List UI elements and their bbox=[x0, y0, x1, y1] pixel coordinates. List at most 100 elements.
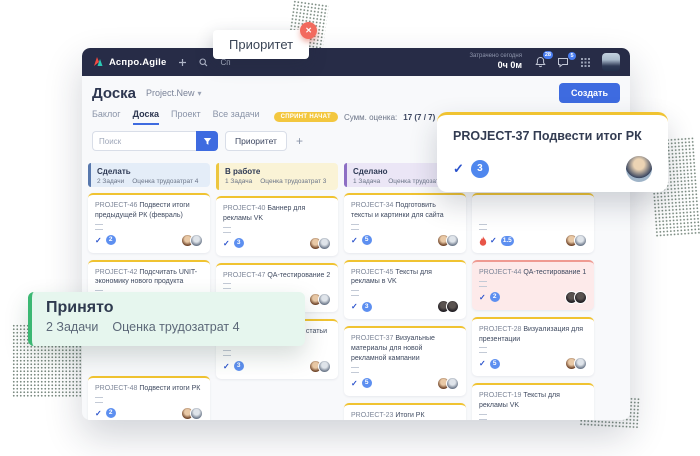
task-card-footer: ✓2 bbox=[479, 291, 587, 304]
accepted-column-count: 2 Задачи bbox=[46, 320, 98, 334]
task-card[interactable]: PROJECT-34 Подготовить тексты и картинки… bbox=[344, 193, 466, 253]
search-input[interactable] bbox=[92, 131, 196, 151]
column-header: В работе 1 Задача Оценка трудозатрат 3 bbox=[216, 163, 338, 190]
estimate-badge: 5 bbox=[362, 378, 372, 388]
column-estimate: Оценка трудозатрат 3 bbox=[260, 178, 326, 185]
task-popup[interactable]: PROJECT-37 Подвести итог РК ✓ 3 bbox=[437, 112, 668, 192]
avatar bbox=[318, 237, 331, 250]
task-card-footer: ✓5 bbox=[351, 377, 459, 390]
task-card[interactable]: PROJECT-45 Тексты для рекламы в VK✓3 bbox=[344, 260, 466, 320]
priority-tooltip: Приоритет ✕ bbox=[213, 30, 309, 59]
avatar bbox=[574, 291, 587, 304]
task-card-footer: ✓1.5 bbox=[479, 234, 587, 247]
board-toolbar: Доска Project.New ▾ Создать bbox=[82, 76, 630, 107]
task-card-title: PROJECT-45 Тексты для рекламы в VK bbox=[351, 268, 459, 288]
column-task-count: 1 Задача bbox=[225, 178, 252, 185]
description-icon bbox=[223, 227, 231, 233]
tab-Доска[interactable]: Доска bbox=[133, 109, 159, 125]
filter-button[interactable] bbox=[196, 131, 218, 151]
messages-button[interactable]: 5 bbox=[557, 57, 569, 68]
search-group bbox=[92, 131, 218, 151]
description-icon bbox=[223, 283, 231, 289]
check-icon: ✓ bbox=[453, 161, 464, 177]
project-selector[interactable]: Project.New ▾ bbox=[146, 88, 202, 98]
task-card[interactable]: ✓1.5 bbox=[472, 193, 594, 253]
assignee-avatars bbox=[437, 234, 459, 247]
add-icon[interactable] bbox=[178, 58, 187, 67]
kanban-board: Сделать2 ЗадачиОценка трудозатрат 4PROJE… bbox=[82, 155, 630, 420]
estimate-badge: 3 bbox=[471, 160, 489, 178]
task-card-title: PROJECT-48 Подвести итоги РК bbox=[95, 384, 203, 394]
column-task-count: 1 Задача bbox=[353, 178, 380, 185]
create-button[interactable]: Создать bbox=[559, 83, 620, 103]
task-card-title: PROJECT-23 Итоги РК bbox=[351, 411, 459, 420]
assignee-avatars bbox=[181, 234, 203, 247]
assignee-avatars bbox=[565, 357, 587, 370]
estimate-badge: 3 bbox=[234, 361, 244, 371]
tab-Баклог[interactable]: Баклог bbox=[92, 109, 121, 125]
app-window: Аспро.Agile Сп Затрачено сегодня 0ч 0м 2… bbox=[82, 48, 630, 420]
description-icon bbox=[479, 281, 487, 287]
user-avatar[interactable] bbox=[602, 53, 620, 71]
search-icon[interactable] bbox=[199, 58, 208, 67]
task-card[interactable]: PROJECT-46 Подвести итоги предыдущей РК … bbox=[88, 193, 210, 253]
check-icon: ✓ bbox=[351, 236, 358, 245]
task-id: PROJECT-19 bbox=[479, 392, 521, 399]
task-card-footer: ✓5 bbox=[351, 234, 459, 247]
notifications-button[interactable]: 28 bbox=[535, 56, 546, 68]
board-column: Сделано1 ЗадачаОценка трудозатратPROJECT… bbox=[344, 163, 466, 420]
description-icon bbox=[479, 347, 487, 353]
task-card[interactable]: PROJECT-19 Тексты для рекламы VK✓5 bbox=[472, 383, 594, 420]
avatar bbox=[446, 377, 459, 390]
task-card[interactable]: PROJECT-44 QA-тестирование 1✓2 bbox=[472, 260, 594, 310]
close-icon[interactable]: ✕ bbox=[300, 22, 317, 39]
description-icon bbox=[223, 350, 231, 356]
top-bar: Аспро.Agile Сп Затрачено сегодня 0ч 0м 2… bbox=[82, 48, 630, 76]
column-task-count: 2 Задачи bbox=[97, 178, 124, 185]
task-card-title: PROJECT-42 Подсчитать UNIT-экономику нов… bbox=[95, 268, 203, 288]
check-icon: ✓ bbox=[95, 236, 102, 245]
avatar bbox=[446, 234, 459, 247]
tabs: Баклог Доска Проект Все задачи bbox=[92, 109, 260, 125]
task-id: PROJECT-23 bbox=[351, 412, 393, 419]
tab-Проект[interactable]: Проект bbox=[171, 109, 201, 125]
summary-label: Сумм. оценка: bbox=[344, 113, 397, 122]
task-card[interactable]: PROJECT-48 Подвести итоги РК✓2 bbox=[88, 376, 210, 420]
estimate-badge: 3 bbox=[234, 238, 244, 248]
task-card[interactable]: PROJECT-37 Визуальные материалы для ново… bbox=[344, 326, 466, 395]
task-card-title: PROJECT-34 Подготовить тексты и картинки… bbox=[351, 201, 459, 221]
accepted-column-meta: 2 Задачи Оценка трудозатрат 4 bbox=[46, 320, 291, 334]
task-id: PROJECT-44 bbox=[479, 269, 521, 276]
app-name: Аспро.Agile bbox=[109, 57, 166, 68]
chevron-down-icon: ▾ bbox=[198, 89, 202, 98]
task-card[interactable]: PROJECT-28 Визуализация для презентации✓… bbox=[472, 317, 594, 377]
description-icon bbox=[479, 224, 487, 230]
description-icon bbox=[95, 397, 103, 403]
check-icon: ✓ bbox=[95, 409, 102, 418]
task-card-title: PROJECT-37 Визуальные материалы для ново… bbox=[351, 334, 459, 363]
task-id: PROJECT-45 bbox=[351, 269, 393, 276]
app-logo[interactable]: Аспро.Agile bbox=[92, 56, 166, 68]
task-card-footer: ✓3 bbox=[223, 237, 331, 250]
accepted-column-title: Принято bbox=[46, 299, 291, 317]
estimate-badge: 2 bbox=[490, 292, 500, 302]
sprint-status-badge: СПРИНТ НАЧАТ bbox=[274, 112, 338, 122]
chat-icon bbox=[557, 57, 569, 68]
avatar bbox=[190, 234, 203, 247]
estimate-badge: 5 bbox=[362, 235, 372, 245]
funnel-icon bbox=[203, 137, 212, 146]
logo-icon bbox=[92, 56, 104, 68]
column-name: В работе bbox=[225, 167, 331, 176]
tab-Все задачи[interactable]: Все задачи bbox=[213, 109, 260, 125]
task-card[interactable]: PROJECT-23 Итоги РК✓5 bbox=[344, 403, 466, 420]
assignee-avatars bbox=[565, 291, 587, 304]
check-icon: ✓ bbox=[490, 236, 497, 245]
apps-menu-button[interactable] bbox=[580, 57, 591, 68]
messages-badge: 5 bbox=[568, 52, 576, 60]
time-tracker: Затрачено сегодня 0ч 0м bbox=[469, 53, 522, 72]
avatar bbox=[190, 407, 203, 420]
task-card[interactable]: PROJECT-40 Баннер для рекламы VK✓3 bbox=[216, 196, 338, 256]
priority-filter-chip[interactable]: Приоритет bbox=[225, 131, 287, 151]
add-filter-button[interactable]: + bbox=[296, 134, 303, 148]
task-id: PROJECT-46 bbox=[95, 202, 137, 209]
